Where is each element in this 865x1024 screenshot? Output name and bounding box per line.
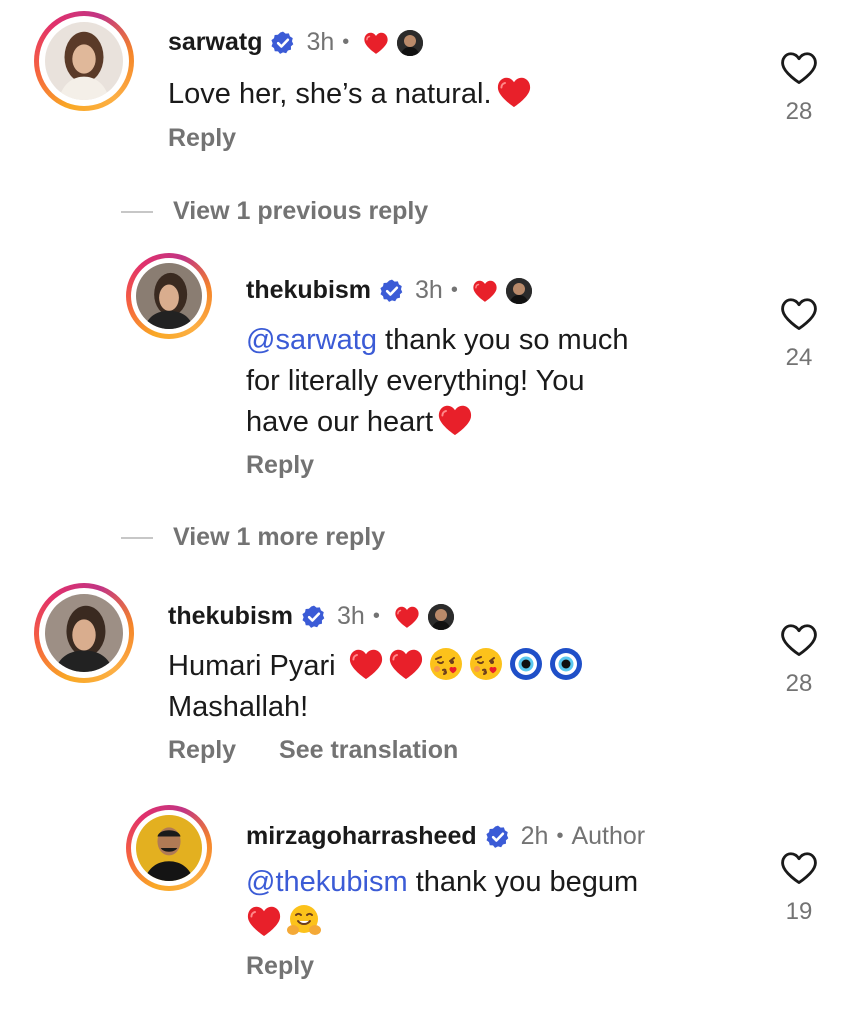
hugging-face-emoji [286,903,322,939]
avatar-photo [136,815,202,881]
red-heart-emoji [496,74,532,110]
reply-button[interactable]: Reply [246,451,314,479]
red-heart-emoji [388,646,424,682]
comment-thekubism: thekubism 3h • Humari Pyari Mashallah! R… [0,578,865,788]
heart-outline-icon[interactable] [780,850,818,886]
comment-text: Humari Pyari Mashallah! [168,646,584,728]
like-count: 19 [785,898,813,925]
separator-dot: • [372,605,380,627]
avatar[interactable] [126,805,212,891]
view-previous-replies[interactable]: View 1 previous reply [121,197,428,226]
mention-link[interactable]: @sarwatg [246,324,377,356]
like-count: 24 [785,344,813,371]
verified-badge-icon [485,824,511,850]
username[interactable]: thekubism [168,602,293,631]
timestamp: 3h [415,276,443,304]
comment-thekubism-reply: thekubism 3h • @sarwatg thank you so muc… [0,250,865,490]
reply-button[interactable]: Reply [168,736,236,764]
verified-badge-icon [379,278,405,304]
creator-liked-heart-icon [472,279,498,303]
avatar[interactable] [34,11,134,111]
avatar-photo [45,22,123,100]
creator-avatar-mini [427,603,454,630]
comment-text: @sarwatg thank you so much for literally… [246,324,629,438]
comment-mirzagoharrasheed: mirzagoharrasheed 2h • Author @thekubism… [0,802,865,1012]
separator-dot: • [342,31,350,53]
like-count: 28 [785,670,813,697]
heart-outline-icon[interactable] [780,622,818,658]
avatar[interactable] [34,583,134,683]
view-more-replies[interactable]: View 1 more reply [121,523,385,552]
separator-dot: • [556,825,564,847]
thread-line [121,536,153,539]
comment-sarwatg: sarwatg 3h • Love her, she’s a natural. … [0,0,865,170]
view-more-label[interactable]: View 1 more reply [173,523,385,552]
red-heart-emoji [437,402,473,438]
nazar-amulet-emoji [548,646,584,682]
face-blowing-kiss-emoji [428,646,464,682]
verified-badge-icon [270,30,296,56]
heart-outline-icon[interactable] [780,50,818,86]
creator-liked-heart-icon [363,31,389,55]
mention-link[interactable]: @thekubism [246,866,408,898]
red-heart-emoji [348,646,384,682]
like-button[interactable]: 28 [778,622,820,698]
timestamp: 2h [520,822,549,850]
reply-button[interactable]: Reply [168,124,236,152]
like-button[interactable]: 28 [778,50,820,126]
avatar[interactable] [126,253,212,339]
like-count: 28 [785,98,813,125]
avatar-photo [136,263,202,329]
reply-button[interactable]: Reply [246,952,314,980]
like-button[interactable]: 24 [778,296,820,372]
creator-avatar-mini [397,29,424,56]
face-blowing-kiss-emoji [468,646,504,682]
username[interactable]: thekubism [246,276,371,305]
like-button[interactable]: 19 [778,850,820,926]
see-translation-button[interactable]: See translation [279,736,458,764]
red-heart-emoji [246,903,282,939]
thread-line [121,210,153,213]
heart-outline-icon[interactable] [780,296,818,332]
username[interactable]: mirzagoharrasheed [246,822,477,851]
comment-text: @thekubism thank you begum [246,862,638,944]
separator-dot: • [450,279,458,301]
timestamp: 3h [337,602,365,630]
author-tag: Author [571,822,646,850]
view-previous-label[interactable]: View 1 previous reply [173,197,428,226]
creator-avatar-mini [505,277,532,304]
creator-liked-heart-icon [394,605,420,629]
verified-badge-icon [301,604,327,630]
comment-text: Love her, she’s a natural. [168,74,532,115]
timestamp: 3h [306,28,335,56]
avatar-photo [45,594,123,672]
nazar-amulet-emoji [508,646,544,682]
username[interactable]: sarwatg [168,28,262,57]
